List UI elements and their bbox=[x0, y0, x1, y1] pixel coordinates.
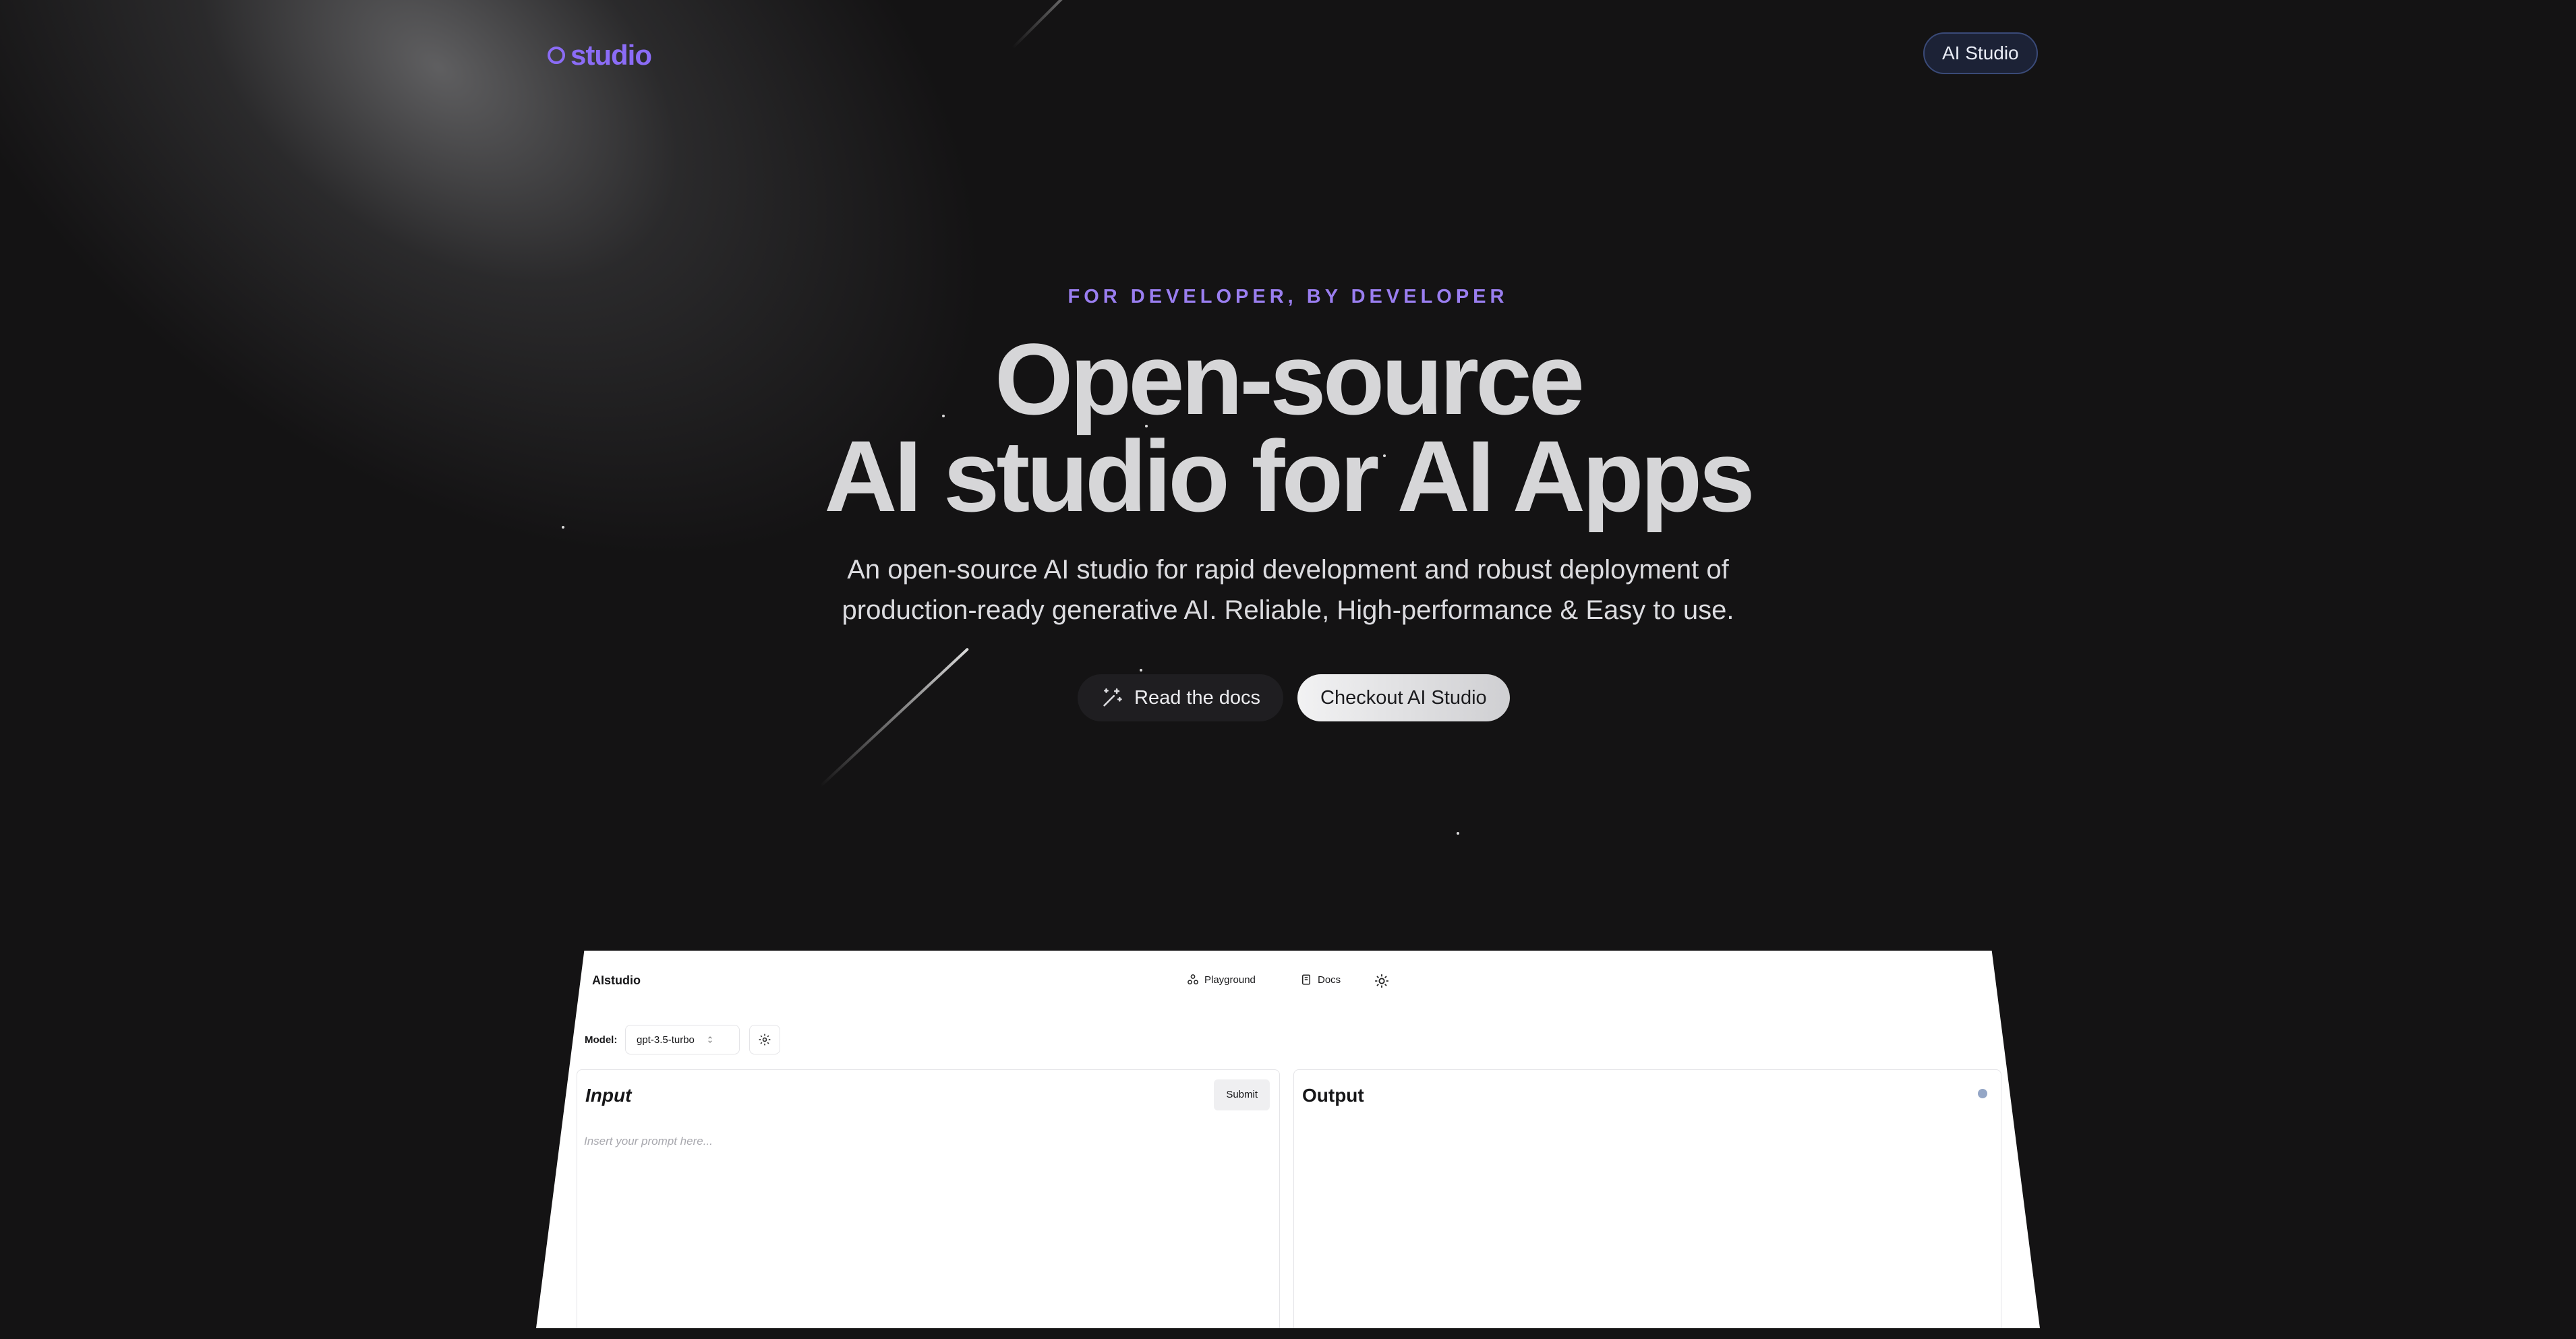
prompt-textarea[interactable]: Insert your prompt here... bbox=[584, 1135, 713, 1148]
logo-text: studio bbox=[570, 39, 652, 71]
star-dot bbox=[562, 526, 564, 529]
headline-line-2: AI studio for AI Apps bbox=[824, 419, 1755, 533]
input-title: Input bbox=[585, 1085, 632, 1106]
hero-subheading: An open-source AI studio for rapid devel… bbox=[769, 549, 1807, 630]
document-icon bbox=[1302, 974, 1310, 985]
gear-icon bbox=[759, 1034, 771, 1046]
settings-button[interactable] bbox=[749, 1025, 780, 1054]
ai-studio-nav-button[interactable]: AI Studio bbox=[1923, 32, 2038, 74]
model-label: Model: bbox=[585, 1034, 618, 1046]
subheading-line-1: An open-source AI studio for rapid devel… bbox=[847, 555, 1729, 585]
nav-playground[interactable]: Playground bbox=[1187, 974, 1256, 986]
model-select[interactable]: gpt-3.5-turbo bbox=[625, 1025, 740, 1054]
chevron-up-down-icon bbox=[708, 1036, 712, 1043]
subheading-line-2: production-ready generative AI. Reliable… bbox=[842, 595, 1734, 625]
app-preview-card: AIstudio Playground Docs Model: gpt-3.5-… bbox=[536, 951, 2040, 1328]
output-title: Output bbox=[1302, 1085, 1364, 1106]
submit-button[interactable]: Submit bbox=[1214, 1079, 1270, 1110]
shooting-star bbox=[819, 647, 970, 787]
read-docs-label: Read the docs bbox=[1134, 686, 1261, 709]
read-docs-button[interactable]: Read the docs bbox=[1078, 674, 1284, 721]
playground-icon bbox=[1188, 974, 1198, 985]
star-dot bbox=[1140, 669, 1142, 672]
checkout-ai-studio-button[interactable]: Checkout AI Studio bbox=[1297, 674, 1510, 721]
theme-toggle-sun-icon[interactable] bbox=[1374, 974, 1389, 988]
shooting-star bbox=[1012, 0, 1133, 49]
input-panel: Input Submit Insert your prompt here... bbox=[577, 1069, 1280, 1328]
preview-brand: AIstudio bbox=[592, 974, 641, 987]
hero-headline: Open-source AI studio for AI Apps bbox=[0, 322, 2576, 533]
nav-playground-label: Playground bbox=[1204, 974, 1256, 986]
model-select-value: gpt-3.5-turbo bbox=[637, 1034, 695, 1046]
star-dot bbox=[1457, 832, 1459, 835]
logo-ring-icon bbox=[548, 47, 565, 64]
status-indicator bbox=[1978, 1089, 1987, 1098]
headline-line-1: Open-source bbox=[994, 322, 1585, 436]
magic-wand-icon bbox=[1103, 688, 1122, 707]
hero-eyebrow: FOR DEVELOPER, BY DEVELOPER bbox=[1067, 286, 1509, 307]
nav-docs-label: Docs bbox=[1318, 974, 1341, 986]
nav-docs[interactable]: Docs bbox=[1300, 974, 1341, 986]
output-panel: Output bbox=[1293, 1069, 2001, 1328]
studio-logo[interactable]: studio bbox=[548, 39, 652, 71]
